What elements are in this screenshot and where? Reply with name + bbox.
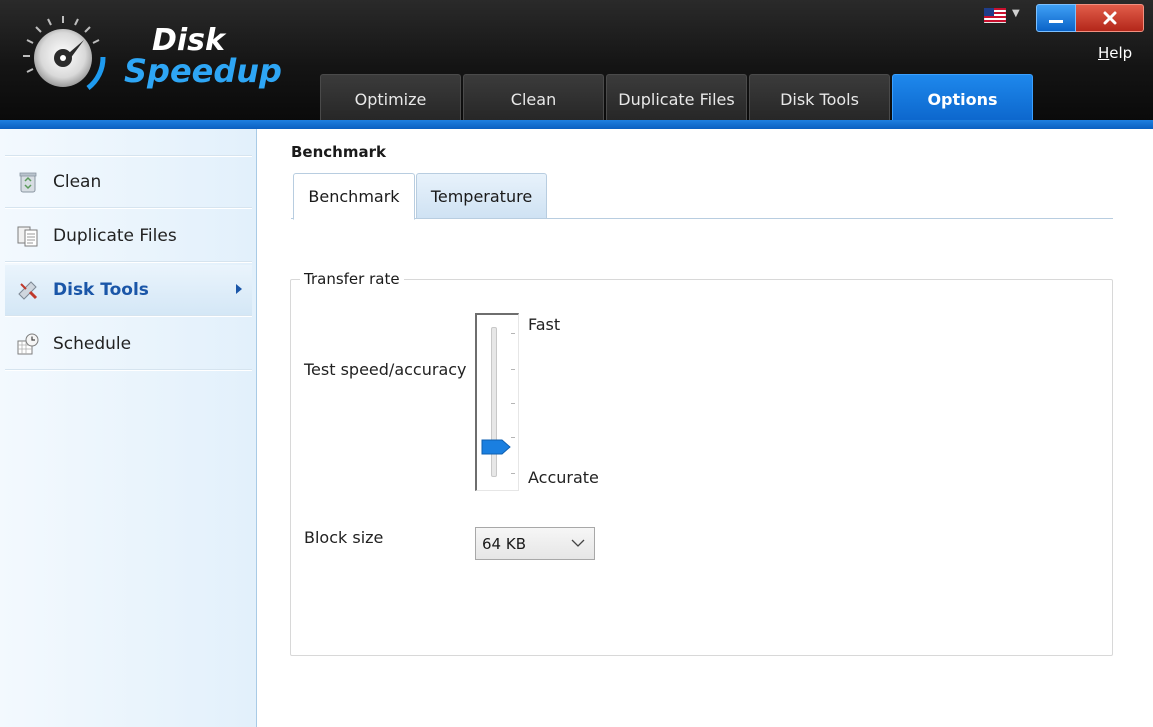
minimize-button[interactable] bbox=[1036, 4, 1076, 32]
transfer-rate-group bbox=[290, 279, 1113, 656]
tab-clean[interactable]: Clean bbox=[463, 74, 604, 122]
block-size-label: Block size bbox=[304, 528, 384, 547]
sidebar-item-label: Duplicate Files bbox=[53, 226, 177, 246]
group-title: Transfer rate bbox=[300, 270, 404, 288]
main-tabs: Optimize Clean Duplicate Files Disk Tool… bbox=[320, 74, 1035, 122]
sidebar-divider bbox=[5, 315, 252, 317]
language-flag-icon[interactable] bbox=[984, 8, 1006, 23]
slider-tick bbox=[511, 333, 515, 334]
sidebar-divider bbox=[5, 369, 252, 371]
header-accent-bar bbox=[0, 120, 1153, 129]
logo-word-speedup: Speedup bbox=[124, 52, 282, 90]
sidebar-item-label: Disk Tools bbox=[53, 280, 149, 300]
slider-tick bbox=[511, 403, 515, 404]
subtab-benchmark[interactable]: Benchmark bbox=[293, 173, 415, 220]
schedule-icon bbox=[17, 333, 39, 355]
help-link[interactable]: Help bbox=[1098, 44, 1132, 62]
slider-fast-label: Fast bbox=[528, 315, 561, 334]
block-size-value: 64 KB bbox=[482, 534, 526, 553]
slider-thumb[interactable] bbox=[481, 439, 511, 455]
block-size-select[interactable]: 64 KB bbox=[475, 527, 595, 560]
submenu-arrow-icon bbox=[236, 284, 242, 294]
window-controls bbox=[1036, 4, 1144, 32]
sidebar-item-label: Clean bbox=[53, 172, 102, 192]
subtab-temperature[interactable]: Temperature bbox=[416, 173, 547, 219]
duplicate-files-icon bbox=[17, 226, 38, 247]
help-access-key: H bbox=[1098, 44, 1110, 62]
sidebar-divider bbox=[5, 207, 252, 209]
slider-accurate-label: Accurate bbox=[528, 468, 599, 487]
speed-accuracy-slider[interactable] bbox=[475, 313, 519, 491]
app-logo-text: Disk Speedup bbox=[124, 26, 282, 90]
slider-tick bbox=[511, 473, 515, 474]
options-panel: Benchmark Benchmark Temperature Transfer… bbox=[258, 129, 1153, 727]
tab-options[interactable]: Options bbox=[892, 74, 1033, 122]
tab-duplicate-files[interactable]: Duplicate Files bbox=[606, 74, 747, 122]
sidebar-item-label: Schedule bbox=[53, 334, 132, 354]
close-icon bbox=[1103, 11, 1116, 25]
slider-tick bbox=[511, 369, 515, 370]
slider-tick bbox=[511, 437, 515, 438]
disk-speedup-logo-icon bbox=[23, 16, 106, 90]
sidebar: Clean Duplicate Files Disk Tools Schedul… bbox=[0, 129, 257, 727]
title-bar: Disk Speedup ▼ Help Optimize Clean Dupli… bbox=[0, 0, 1153, 122]
tab-disk-tools[interactable]: Disk Tools bbox=[749, 74, 890, 122]
help-label-rest: elp bbox=[1109, 44, 1133, 62]
tab-optimize[interactable]: Optimize bbox=[320, 74, 461, 122]
language-dropdown-arrow-icon[interactable]: ▼ bbox=[1012, 8, 1020, 19]
sidebar-item-clean[interactable]: Clean bbox=[5, 157, 252, 207]
sidebar-item-duplicate-files[interactable]: Duplicate Files bbox=[5, 211, 252, 261]
sidebar-item-disk-tools[interactable]: Disk Tools bbox=[5, 265, 252, 315]
close-button[interactable] bbox=[1076, 4, 1144, 32]
sidebar-item-schedule[interactable]: Schedule bbox=[5, 319, 252, 369]
test-speed-label: Test speed/accuracy bbox=[304, 360, 467, 379]
disk-tools-icon bbox=[18, 281, 38, 300]
chevron-down-icon bbox=[571, 539, 585, 547]
sidebar-divider bbox=[5, 261, 252, 263]
section-title: Benchmark bbox=[291, 143, 386, 161]
recycle-bin-icon bbox=[19, 172, 37, 193]
minimize-icon bbox=[1049, 19, 1063, 23]
